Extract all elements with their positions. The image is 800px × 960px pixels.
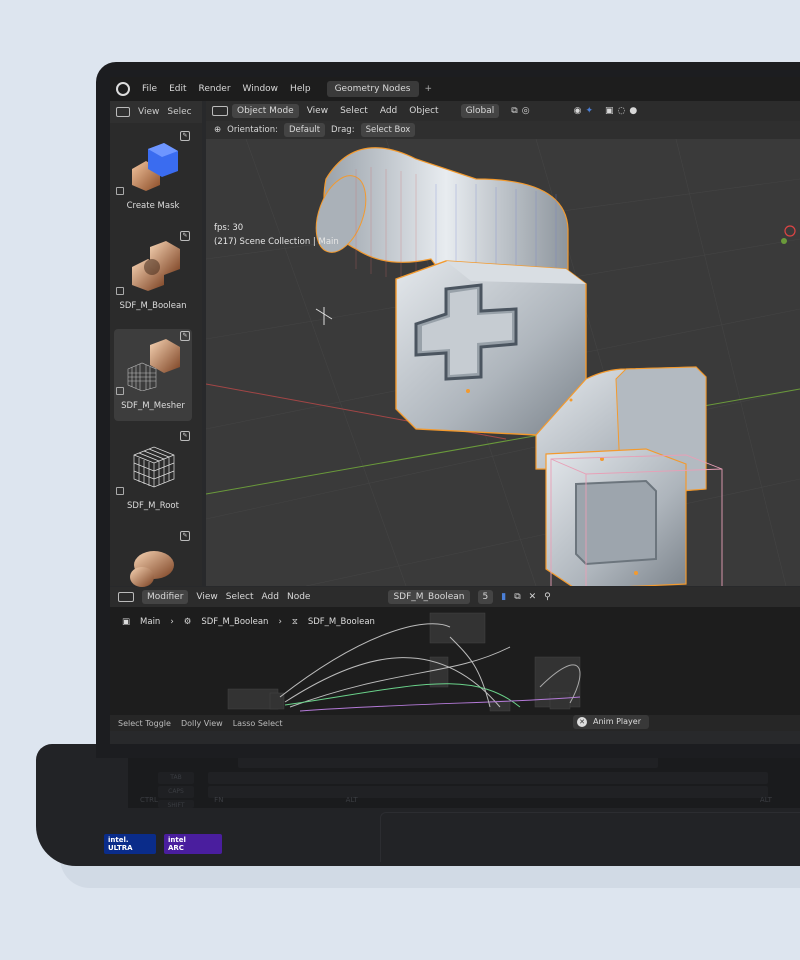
3d-viewport[interactable]: Object Mode View Select Add Object Globa… <box>206 101 800 586</box>
add-workspace-button[interactable]: + <box>425 84 433 94</box>
object-mode-dropdown[interactable]: Object Mode <box>232 104 299 118</box>
create-mask-thumbnail <box>132 143 178 191</box>
key-tab: TAB <box>158 772 194 784</box>
blender-logo-icon[interactable] <box>116 82 130 96</box>
intel-ultra-sticker: intel. ULTRA <box>104 834 156 854</box>
fake-user-icon[interactable]: ▮ <box>501 592 506 602</box>
menu-edit[interactable]: Edit <box>163 84 192 94</box>
node-tree-selector[interactable]: SDF_M_Boolean <box>388 590 470 604</box>
node-add-menu[interactable]: Add <box>262 592 279 602</box>
asset-thumbnail <box>130 551 174 587</box>
menu-render[interactable]: Render <box>193 84 237 94</box>
asset-label: Create Mask <box>126 201 180 211</box>
asset-type-icon <box>116 487 124 495</box>
asset-type-icon <box>116 187 124 195</box>
shelf-select-menu[interactable]: Selec <box>167 107 191 117</box>
anim-player-button[interactable]: ✕ Anim Player <box>573 715 649 729</box>
asset-label: SDF_M_Root <box>127 501 179 511</box>
drag-dropdown[interactable]: Select Box <box>360 123 416 137</box>
viewport-header: Object Mode View Select Add Object Globa… <box>206 101 800 121</box>
viewport-view-menu[interactable]: View <box>303 106 332 116</box>
close-icon[interactable]: ✕ <box>577 717 587 727</box>
key-alt: ALT <box>345 796 358 804</box>
sticker-2-line: ARC <box>168 844 184 852</box>
intel-arc-sticker: intel ARC <box>164 834 222 854</box>
status-lasso-select: Lasso Select <box>232 718 283 728</box>
gizmo-icon[interactable]: ✦ <box>585 106 593 116</box>
editor-type-icon[interactable] <box>116 107 130 117</box>
duplicate-icon[interactable]: ⧉ <box>514 592 520 602</box>
modifier-dropdown[interactable]: Modifier <box>142 590 189 604</box>
key-alt-right: ALT <box>759 796 772 804</box>
sdf-root-thumbnail <box>133 446 175 488</box>
drag-label: Drag: <box>331 125 355 135</box>
viewport-scene <box>206 139 800 586</box>
shading-solid-icon[interactable]: ● <box>629 106 637 116</box>
menu-window[interactable]: Window <box>237 84 285 94</box>
asset-sdf-m-mesher[interactable]: ✎ SDF_M_Mesher <box>114 329 192 421</box>
keyboard-bottom-row: CTRL FN ALT ALT <box>140 796 772 804</box>
node-view-menu[interactable]: View <box>196 592 217 602</box>
node-editor-type-icon[interactable] <box>118 592 134 602</box>
transform-orientation-dropdown[interactable]: Global <box>460 104 500 118</box>
asset-shelf-header: View Selec <box>110 101 202 123</box>
key-ctrl: CTRL <box>140 796 158 804</box>
menu-bar: File Edit Render Window Help Geometry No… <box>110 77 800 101</box>
sdf-mesher-thumbnail <box>127 339 180 391</box>
asset-sdf-m-root[interactable]: ✎ SDF_M_Root <box>114 429 192 521</box>
asset-label: SDF_M_Mesher <box>121 401 185 411</box>
viewport-add-menu[interactable]: Add <box>376 106 401 116</box>
menu-help[interactable]: Help <box>284 84 317 94</box>
sdf-boolean-thumbnail <box>132 241 180 291</box>
anim-player-label: Anim Player <box>593 717 641 726</box>
shelf-view-menu[interactable]: View <box>138 107 159 117</box>
scene-collection-readout: (217) Scene Collection | Main <box>214 237 339 247</box>
viewport-object-menu[interactable]: Object <box>405 106 442 116</box>
asset-label: SDF_M_Boolean <box>119 301 187 311</box>
editor-type-icon[interactable] <box>212 106 228 116</box>
key-row-2 <box>208 772 768 784</box>
asset-create-mask[interactable]: ✎ Create Mask <box>114 129 192 221</box>
status-dolly-view: Dolly View <box>180 718 223 728</box>
blender-window: File Edit Render Window Help Geometry No… <box>110 77 800 744</box>
asset-sdf-m-boolean[interactable]: ✎ SDF_M_Boolean <box>114 229 192 321</box>
trackpad <box>380 812 800 862</box>
sticker-1-line: ULTRA <box>108 844 133 852</box>
viewport-select-menu[interactable]: Select <box>336 106 372 116</box>
asset-shelf: View Selec ✎ Create Mask ✎ SDF_M_Boolean… <box>110 101 202 587</box>
sticker-2-brand: intel <box>168 836 186 844</box>
workspace-tab-geometry-nodes[interactable]: Geometry Nodes <box>326 81 419 97</box>
status-bar: Select Toggle Dolly View Lasso Select <box>110 715 800 731</box>
sticker-1-brand: intel. <box>108 836 129 844</box>
unlink-icon[interactable]: ✕ <box>529 592 537 602</box>
asset-type-icon <box>116 287 124 295</box>
proportional-edit-icon[interactable]: ◎ <box>522 106 530 116</box>
status-select-toggle: Select Toggle <box>118 718 171 728</box>
orientation-label: Orientation: <box>227 125 278 135</box>
menu-file[interactable]: File <box>136 84 163 94</box>
key-fn: FN <box>214 796 224 804</box>
fps-readout: fps: 30 <box>214 223 244 233</box>
xray-icon[interactable]: ▣ <box>605 106 614 116</box>
shading-wireframe-icon[interactable]: ◌ <box>618 106 626 116</box>
node-node-menu[interactable]: Node <box>287 592 311 602</box>
node-select-menu[interactable]: Select <box>226 592 254 602</box>
asset-type-icon <box>116 387 124 395</box>
node-tree-users-count[interactable]: 5 <box>477 590 494 604</box>
snap-icon[interactable]: ⧉ <box>511 106 517 116</box>
overlay-icon[interactable]: ◉ <box>574 106 582 116</box>
node-editor-header: Modifier View Select Add Node SDF_M_Bool… <box>110 587 800 607</box>
node-graph <box>227 612 581 712</box>
orientation-gizmo-icon: ⊕ <box>214 125 222 135</box>
node-editor-canvas[interactable]: ▣ Main › ⚙ SDF_M_Boolean › ⧖ SDF_M_Boole… <box>110 607 800 715</box>
tool-settings-bar: ⊕ Orientation: Default Drag: Select Box <box>206 121 800 139</box>
pin-icon[interactable]: ⚲ <box>544 592 551 602</box>
orientation-dropdown[interactable]: Default <box>283 123 326 137</box>
